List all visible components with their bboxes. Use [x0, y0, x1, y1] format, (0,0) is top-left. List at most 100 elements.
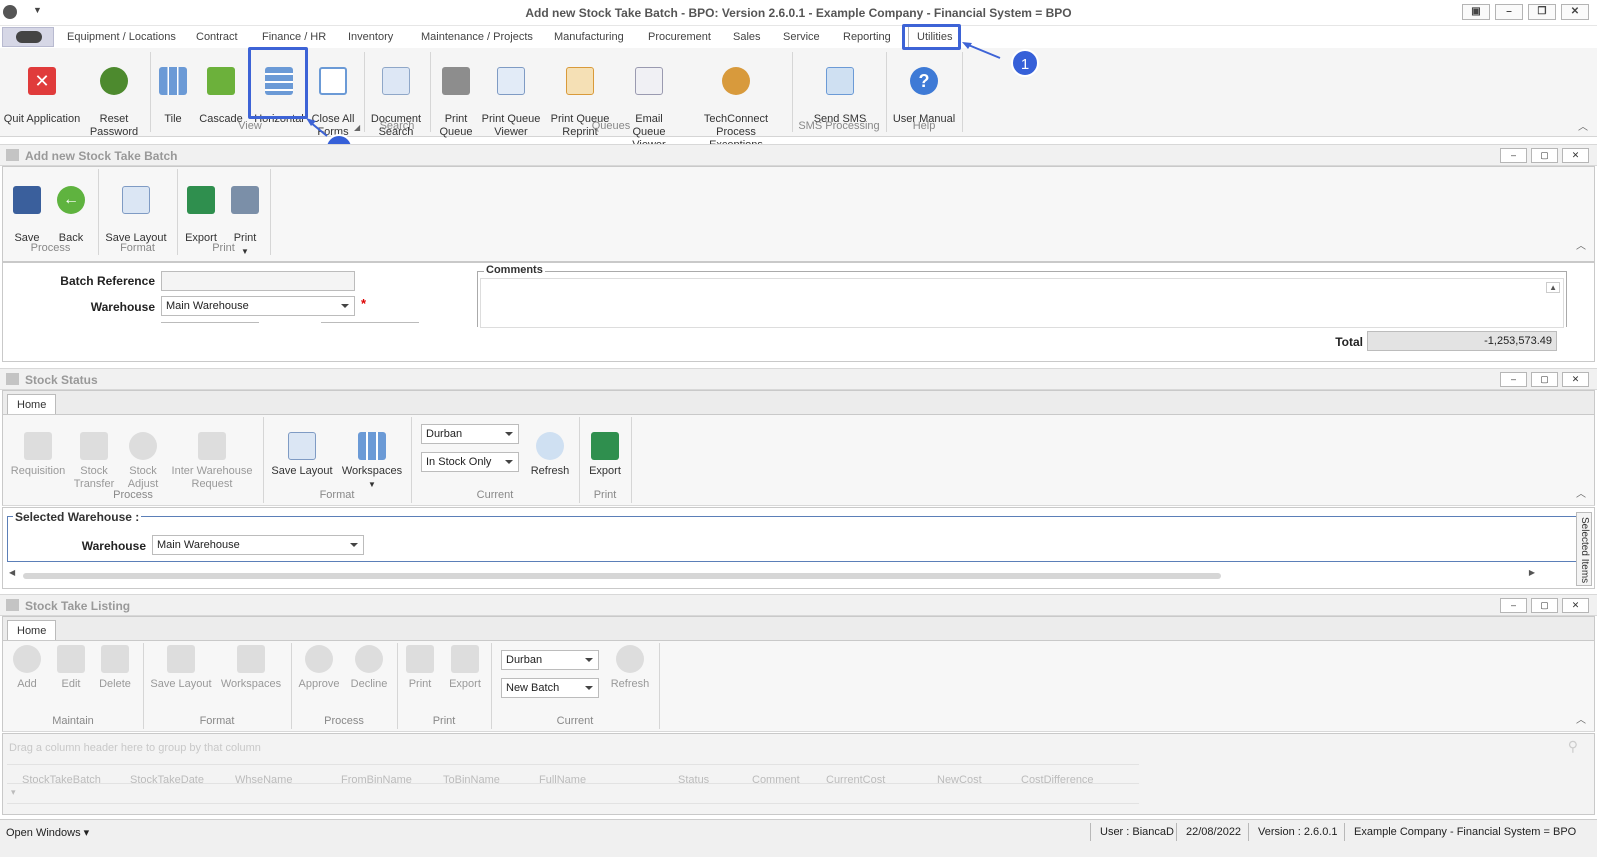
print-group-label: Print	[432, 715, 456, 727]
callout-arrows	[306, 42, 1001, 137]
refresh-button[interactable]: Refresh	[527, 419, 573, 478]
status-version: Version : 2.6.0.1	[1258, 826, 1338, 838]
save-button[interactable]: Save	[9, 173, 45, 245]
window-icon	[6, 149, 19, 161]
format-group-label: Format	[120, 242, 155, 254]
clipboard-icon	[198, 432, 226, 460]
transfer-arrow-icon	[80, 432, 108, 460]
column-header[interactable]: Status	[678, 774, 709, 786]
save-layout-button[interactable]: Save Layout	[149, 645, 213, 691]
edit-button[interactable]: Edit	[51, 645, 91, 691]
approve-button[interactable]: Approve	[295, 645, 343, 691]
selected-items-side-tab[interactable]: Selected Items	[1576, 512, 1592, 586]
requisition-icon	[24, 432, 52, 460]
delete-button[interactable]: Delete	[95, 645, 135, 691]
delete-icon	[101, 645, 129, 673]
status-bar: Open Windows ▾ User : BiancaD 22/08/2022…	[0, 819, 1597, 857]
horizontal-scrollbar[interactable]: ◀ ▶	[7, 568, 1551, 582]
column-header[interactable]: Comment	[752, 774, 800, 786]
tab-home[interactable]: Home	[7, 394, 57, 415]
export-button[interactable]: Export	[443, 645, 487, 691]
maximize-button[interactable]: ▢	[1531, 372, 1558, 387]
maximize-button[interactable]: ▢	[1531, 148, 1558, 163]
status-date: 22/08/2022	[1186, 826, 1242, 838]
callout-badge-1: 1	[1011, 49, 1039, 77]
maximize-button[interactable]: ▢	[1531, 598, 1558, 613]
column-header[interactable]: NewCost	[937, 774, 982, 786]
column-header[interactable]: StockTakeDate	[130, 774, 204, 786]
open-windows-menu[interactable]: Open Windows ▾	[6, 826, 89, 839]
refresh-icon	[616, 645, 644, 673]
collapse-ribbon-icon[interactable]: ︿	[1576, 711, 1586, 726]
decline-button[interactable]: Decline	[347, 645, 391, 691]
add-icon	[13, 645, 41, 673]
stock-take-listing-window-header: Stock Take Listing – ▢ ✕	[0, 594, 1597, 616]
back-button[interactable]: ← Back	[51, 173, 91, 245]
print-button[interactable]: Print ▼	[227, 173, 263, 271]
print-icon	[231, 186, 259, 214]
warehouse-label: Warehouse	[81, 539, 146, 553]
excel-export-icon	[591, 432, 619, 460]
column-header[interactable]: CurrentCost	[826, 774, 885, 786]
column-header[interactable]: FromBinName	[341, 774, 412, 786]
column-header[interactable]: CostDifference	[1021, 774, 1094, 786]
stock-take-batch-ribbon: Save ← Back Save Layout Export Print ▼ P…	[2, 166, 1595, 262]
stock-take-batch-title: Add new Stock Take Batch	[25, 149, 178, 163]
print-button[interactable]: Print	[401, 645, 439, 691]
save-icon	[13, 186, 41, 214]
stock-status-body: Selected Warehouse : Warehouse Main Ware…	[2, 507, 1595, 589]
stock-filter-select[interactable]: In Stock Only	[421, 452, 519, 472]
batch-reference-field[interactable]	[161, 271, 355, 291]
check-icon	[305, 645, 333, 673]
requisition-button[interactable]: Requisition	[7, 419, 69, 478]
column-header[interactable]: FullName	[539, 774, 586, 786]
stock-transfer-button[interactable]: Stock Transfer	[69, 419, 119, 491]
save-layout-button[interactable]: Save Layout	[103, 173, 169, 245]
inter-warehouse-request-button[interactable]: Inter Warehouse Request	[169, 419, 255, 491]
print-icon	[406, 645, 434, 673]
close-button[interactable]: ✕	[1562, 148, 1589, 163]
location-select[interactable]: Durban	[501, 650, 599, 670]
stock-status-tabstrip: Home	[2, 390, 1595, 415]
save-layout-button[interactable]: Save Layout	[269, 419, 335, 478]
stock-adjust-button[interactable]: Stock Adjust	[121, 419, 165, 491]
workspaces-icon	[237, 645, 265, 673]
back-arrow-icon: ←	[57, 186, 85, 214]
column-header[interactable]: WhseName	[235, 774, 292, 786]
stock-status-ribbon: Requisition Stock Transfer Stock Adjust …	[2, 414, 1595, 506]
search-icon[interactable]: ⚲	[1568, 738, 1578, 755]
scroll-up-icon[interactable]: ▲	[1546, 282, 1560, 293]
format-group-label: Format	[319, 489, 355, 501]
refresh-button[interactable]: Refresh	[607, 645, 653, 691]
workspaces-button[interactable]: Workspaces ▼	[341, 419, 403, 491]
comments-textarea[interactable]	[480, 278, 1564, 328]
close-button[interactable]: ✕	[1562, 372, 1589, 387]
minimize-button[interactable]: –	[1500, 598, 1527, 613]
collapse-ribbon-icon[interactable]: ︿	[1576, 485, 1586, 500]
gear-icon	[129, 432, 157, 460]
process-group-label: Process	[30, 242, 71, 254]
close-button[interactable]: ✕	[1562, 598, 1589, 613]
grid-filter-row[interactable]: ▾	[7, 784, 1139, 804]
workspaces-button[interactable]: Workspaces	[219, 645, 283, 691]
process-group-label: Process	[324, 715, 364, 727]
warehouse-select[interactable]: Main Warehouse	[152, 535, 364, 555]
warehouse-select[interactable]: Main Warehouse	[161, 296, 355, 316]
stock-take-listing-title: Stock Take Listing	[25, 599, 131, 613]
status-company: Example Company - Financial System = BPO	[1354, 826, 1577, 838]
collapse-ribbon-icon[interactable]: ︿	[1576, 237, 1586, 252]
current-group-label: Current	[556, 715, 594, 727]
process-group-label: Process	[113, 489, 153, 501]
column-header[interactable]: ToBinName	[443, 774, 500, 786]
minimize-button[interactable]: –	[1500, 372, 1527, 387]
add-button[interactable]: Add	[7, 645, 47, 691]
warehouse-label: Warehouse	[90, 300, 155, 314]
minimize-button[interactable]: –	[1500, 148, 1527, 163]
column-header[interactable]: StockTakeBatch	[22, 774, 101, 786]
export-button[interactable]: Export	[181, 173, 221, 245]
location-select[interactable]: Durban	[421, 424, 519, 444]
stock-status-window-header: Stock Status – ▢ ✕	[0, 368, 1597, 390]
export-button[interactable]: Export	[583, 419, 627, 478]
tab-home[interactable]: Home	[7, 620, 57, 641]
batch-filter-select[interactable]: New Batch	[501, 678, 599, 698]
